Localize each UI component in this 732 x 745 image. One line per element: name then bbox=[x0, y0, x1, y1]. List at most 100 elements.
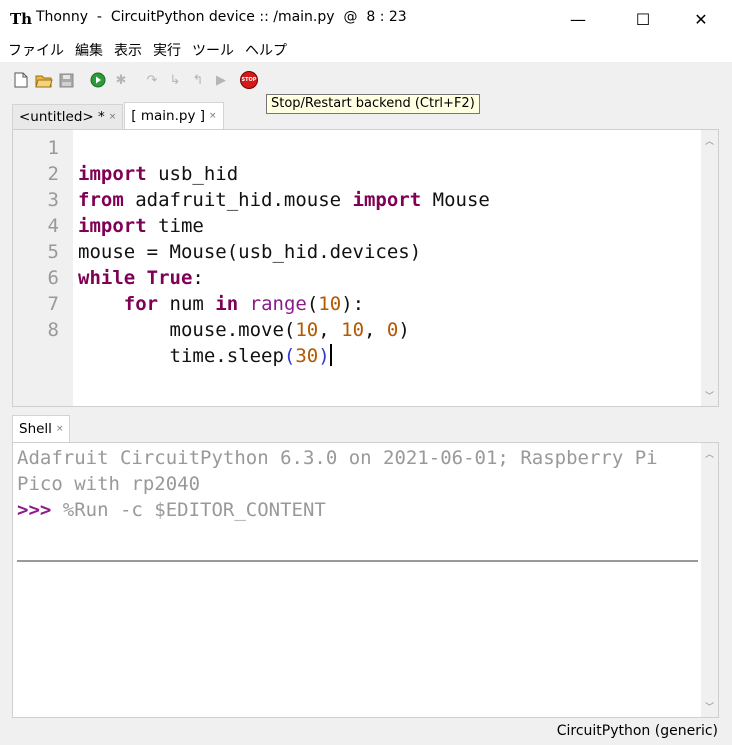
line-number: 1 bbox=[47, 137, 59, 159]
close-window-button[interactable]: ✕ bbox=[678, 0, 724, 38]
tab-label: Shell bbox=[19, 421, 52, 437]
number-literal: 0 bbox=[386, 319, 399, 341]
number-literal: 10 bbox=[341, 319, 365, 341]
shell-prompt: >>> bbox=[17, 499, 52, 521]
code-line: import time bbox=[78, 213, 490, 239]
code-text[interactable]: import usb_hid from adafruit_hid.mouse im… bbox=[78, 135, 490, 421]
tab-close-icon[interactable]: × bbox=[56, 424, 64, 434]
code-token: ) bbox=[398, 319, 410, 341]
code-token: mouse.move( bbox=[169, 319, 296, 341]
tab-close-icon[interactable]: × bbox=[109, 112, 117, 122]
menu-tools[interactable]: ツール bbox=[188, 40, 241, 60]
keyword: from bbox=[78, 189, 124, 211]
keyword: while bbox=[78, 267, 136, 289]
code-line: from adafruit_hid.mouse import Mouse bbox=[78, 187, 490, 213]
code-token: adafruit_hid.mouse bbox=[123, 189, 353, 211]
step-over-icon[interactable]: ↷ bbox=[143, 71, 161, 89]
code-token: ( bbox=[306, 293, 319, 315]
tab-main-py[interactable]: [ main.py ] × bbox=[124, 102, 224, 129]
keyword: for bbox=[123, 293, 159, 315]
step-out-icon[interactable]: ↰ bbox=[189, 71, 207, 89]
code-token: usb_hid bbox=[146, 163, 239, 185]
interpreter-selector[interactable]: CircuitPython (generic) bbox=[557, 723, 718, 739]
title-bar: Th Thonny - CircuitPython device :: /mai… bbox=[0, 0, 732, 38]
stop-tooltip: Stop/Restart backend (Ctrl+F2) bbox=[266, 94, 480, 114]
line-numbers: 1 2 3 4 5 6 7 8 bbox=[13, 135, 59, 343]
code-line: time.sleep(30) bbox=[78, 343, 490, 369]
line-number: 5 bbox=[47, 241, 59, 263]
matched-paren: ) bbox=[318, 345, 330, 367]
minimize-button[interactable]: — bbox=[555, 0, 601, 38]
toolbar: ✱ ↷ ↳ ↰ ▶ STOP bbox=[0, 62, 732, 98]
line-number: 4 bbox=[47, 215, 59, 237]
line-number: 6 bbox=[47, 267, 59, 289]
run-icon[interactable] bbox=[89, 71, 107, 89]
number-literal: 10 bbox=[295, 319, 319, 341]
line-number: 3 bbox=[47, 189, 59, 211]
code-token: mouse = Mouse(usb_hid.devices) bbox=[78, 241, 422, 263]
code-line: mouse = Mouse(usb_hid.devices) bbox=[78, 239, 490, 265]
scroll-down-icon[interactable]: ﹀ bbox=[701, 387, 718, 404]
code-token: time bbox=[146, 215, 204, 237]
text-cursor bbox=[329, 344, 332, 366]
scroll-up-icon[interactable]: ︿ bbox=[701, 132, 718, 149]
code-token: , bbox=[364, 319, 387, 341]
number-literal: 30 bbox=[295, 345, 319, 367]
tab-untitled[interactable]: <untitled> * × bbox=[12, 104, 124, 129]
menu-edit[interactable]: 編集 bbox=[71, 40, 110, 60]
window-title: Thonny - CircuitPython device :: /main.p… bbox=[36, 9, 407, 25]
thonny-logo-icon: Th bbox=[10, 10, 33, 28]
shell-command: %Run -c $EDITOR_CONTENT bbox=[51, 499, 326, 521]
keyword: in bbox=[215, 293, 239, 315]
matched-paren: ( bbox=[283, 345, 296, 367]
shell-banner: Pico with rp2040 bbox=[17, 473, 201, 495]
shell-tab-bar: Shell × bbox=[12, 415, 71, 442]
tab-shell[interactable]: Shell × bbox=[12, 415, 71, 442]
tab-close-icon[interactable]: × bbox=[209, 111, 217, 121]
new-file-icon[interactable] bbox=[12, 71, 30, 89]
menu-view[interactable]: 表示 bbox=[110, 40, 149, 60]
step-into-icon[interactable]: ↳ bbox=[166, 71, 184, 89]
status-bar: CircuitPython (generic) bbox=[0, 720, 732, 745]
save-icon[interactable] bbox=[57, 71, 75, 89]
code-token: ): bbox=[341, 293, 365, 315]
editor-scrollbar[interactable]: ︿ ﹀ bbox=[701, 130, 718, 406]
stop-icon[interactable]: STOP bbox=[240, 71, 258, 89]
code-token: Mouse bbox=[421, 189, 490, 211]
shell-banner: Adafruit CircuitPython 6.3.0 on 2021-06-… bbox=[17, 447, 658, 469]
code-line: mouse.move(10, 10, 0) bbox=[78, 317, 490, 343]
code-editor[interactable]: 1 2 3 4 5 6 7 8 import usb_hid from adafruit_hid… bbox=[12, 129, 719, 407]
menu-file[interactable]: ファイル bbox=[4, 40, 71, 60]
code-token: num bbox=[158, 293, 216, 315]
menu-help[interactable]: ヘルプ bbox=[241, 40, 294, 60]
open-folder-icon[interactable] bbox=[35, 71, 53, 89]
keyword: import bbox=[78, 215, 147, 237]
line-number: 8 bbox=[47, 319, 59, 341]
builtin: range bbox=[249, 293, 307, 315]
shell-scrollbar[interactable]: ︿ ﹀ bbox=[701, 443, 718, 717]
code-line: while True: bbox=[78, 265, 490, 291]
line-number-gutter: 1 2 3 4 5 6 7 8 bbox=[13, 130, 73, 406]
number-literal: 10 bbox=[318, 293, 342, 315]
menu-run[interactable]: 実行 bbox=[149, 40, 188, 60]
shell-command-line: >>> %Run -c $EDITOR_CONTENT bbox=[17, 497, 658, 523]
scroll-down-icon[interactable]: ﹀ bbox=[701, 698, 718, 715]
keyword: True bbox=[146, 267, 193, 289]
shell-separator bbox=[17, 560, 698, 562]
resume-icon[interactable]: ▶ bbox=[212, 71, 230, 89]
code-line: for num in range(10): bbox=[78, 291, 490, 317]
tab-label: [ main.py ] bbox=[131, 108, 205, 124]
debug-icon[interactable]: ✱ bbox=[112, 71, 130, 89]
shell-output: Adafruit CircuitPython 6.3.0 on 2021-06-… bbox=[17, 445, 658, 523]
maximize-button[interactable]: ☐ bbox=[620, 0, 666, 38]
menu-bar: ファイル 編集 表示 実行 ツール ヘルプ bbox=[0, 38, 732, 62]
code-token: : bbox=[192, 267, 204, 289]
shell-panel[interactable]: Adafruit CircuitPython 6.3.0 on 2021-06-… bbox=[12, 442, 719, 718]
keyword: import bbox=[78, 163, 147, 185]
scroll-up-icon[interactable]: ︿ bbox=[701, 445, 718, 462]
code-token: time.sleep bbox=[169, 345, 284, 367]
line-number: 7 bbox=[47, 293, 59, 315]
